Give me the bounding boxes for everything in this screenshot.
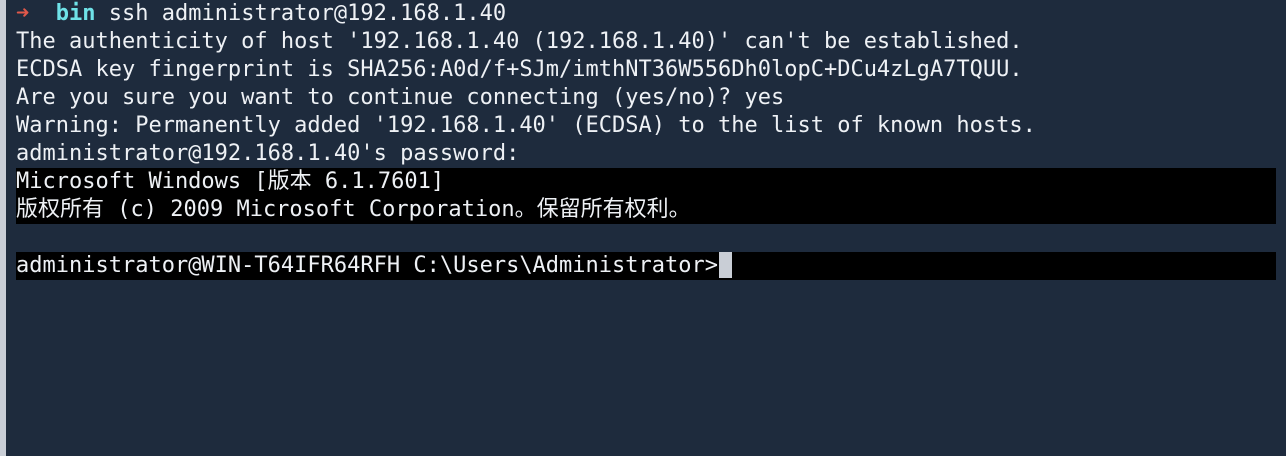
output-line: Warning: Permanently added '192.168.1.40… <box>16 113 1036 138</box>
output-line: The authenticity of host '192.168.1.40 (… <box>16 29 1023 54</box>
command-line: ➜ bin ssh administrator@192.168.1.40 <box>16 0 506 28</box>
output-line: ECDSA key fingerprint is SHA256:A0d/f+SJ… <box>16 57 1023 82</box>
terminal-window[interactable]: ➜ bin ssh administrator@192.168.1.40 The… <box>0 0 1286 456</box>
window-left-edge <box>0 0 6 456</box>
terminal-cursor <box>719 252 732 278</box>
remote-prompt-line[interactable]: administrator@WIN-T64IFR64RFH C:\Users\A… <box>16 252 1276 280</box>
windows-banner: Microsoft Windows [版本 6.1.7601] 版权所有 (c)… <box>16 168 1276 224</box>
windows-copyright-line: 版权所有 (c) 2009 Microsoft Corporation。保留所有… <box>16 197 691 222</box>
output-line: administrator@192.168.1.40's password: <box>16 141 520 166</box>
remote-prompt-text: administrator@WIN-T64IFR64RFH C:\Users\A… <box>16 253 718 278</box>
windows-version-line: Microsoft Windows [版本 6.1.7601] <box>16 169 445 194</box>
prompt-directory: bin <box>55 1 96 26</box>
output-line: Are you sure you want to continue connec… <box>16 85 785 110</box>
prompt-arrow-icon: ➜ <box>16 1 30 26</box>
command-text: ssh administrator@192.168.1.40 <box>108 1 507 26</box>
remote-prompt-content[interactable]: administrator@WIN-T64IFR64RFH C:\Users\A… <box>16 252 732 280</box>
